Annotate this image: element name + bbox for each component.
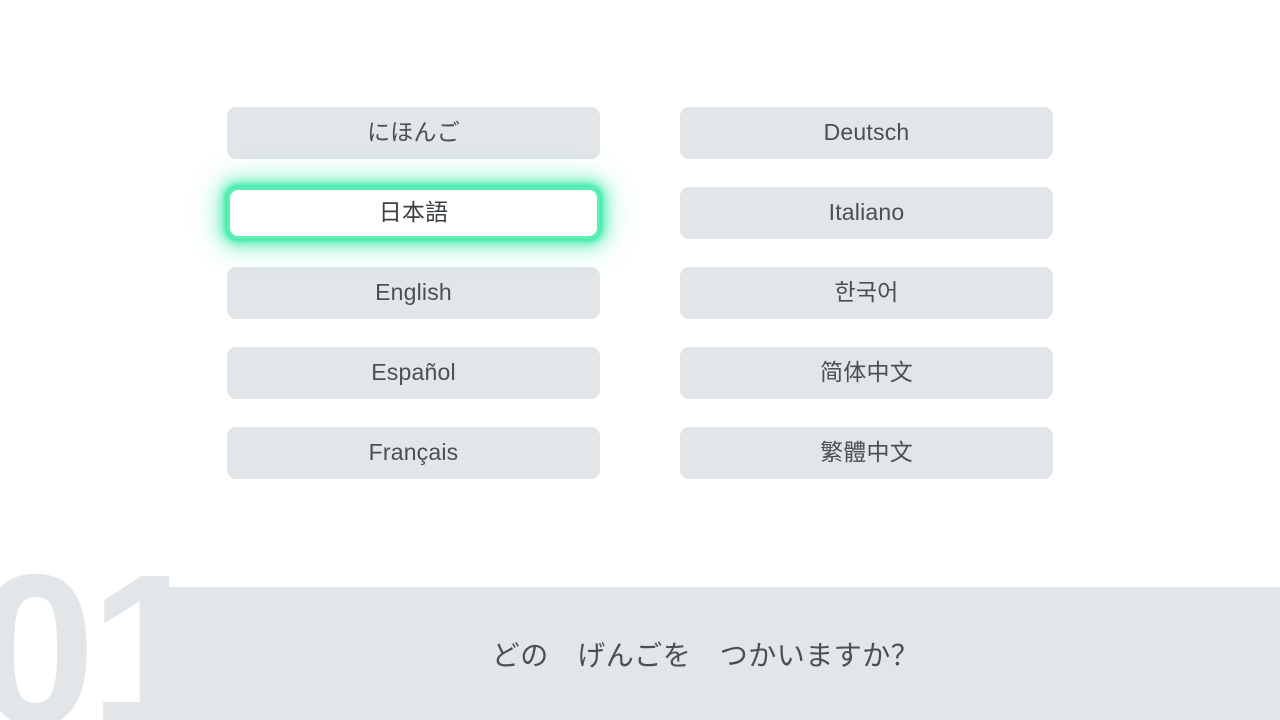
language-select-screen: にほんご Deutsch 日本語 Italiano English 한국어 Es… bbox=[0, 0, 1280, 720]
language-button-nihongo-kana[interactable]: にほんご bbox=[227, 107, 600, 159]
language-button-deutsch[interactable]: Deutsch bbox=[680, 107, 1053, 159]
language-button-francais[interactable]: Français bbox=[227, 427, 600, 479]
language-button-english[interactable]: English bbox=[227, 267, 600, 319]
language-button-traditional-chinese[interactable]: 繁體中文 bbox=[680, 427, 1053, 479]
language-button-espanol[interactable]: Español bbox=[227, 347, 600, 399]
prompt-bar: どの げんごを つかいますか？ bbox=[143, 587, 1280, 720]
language-button-nihongo-kanji[interactable]: 日本語 bbox=[227, 187, 600, 239]
prompt-question-text: どの げんごを つかいますか？ bbox=[491, 639, 920, 671]
language-button-grid: にほんご Deutsch 日本語 Italiano English 한국어 Es… bbox=[227, 107, 1053, 479]
language-button-italiano[interactable]: Italiano bbox=[680, 187, 1053, 239]
language-button-korean[interactable]: 한국어 bbox=[680, 267, 1053, 319]
language-button-simplified-chinese[interactable]: 简体中文 bbox=[680, 347, 1053, 399]
